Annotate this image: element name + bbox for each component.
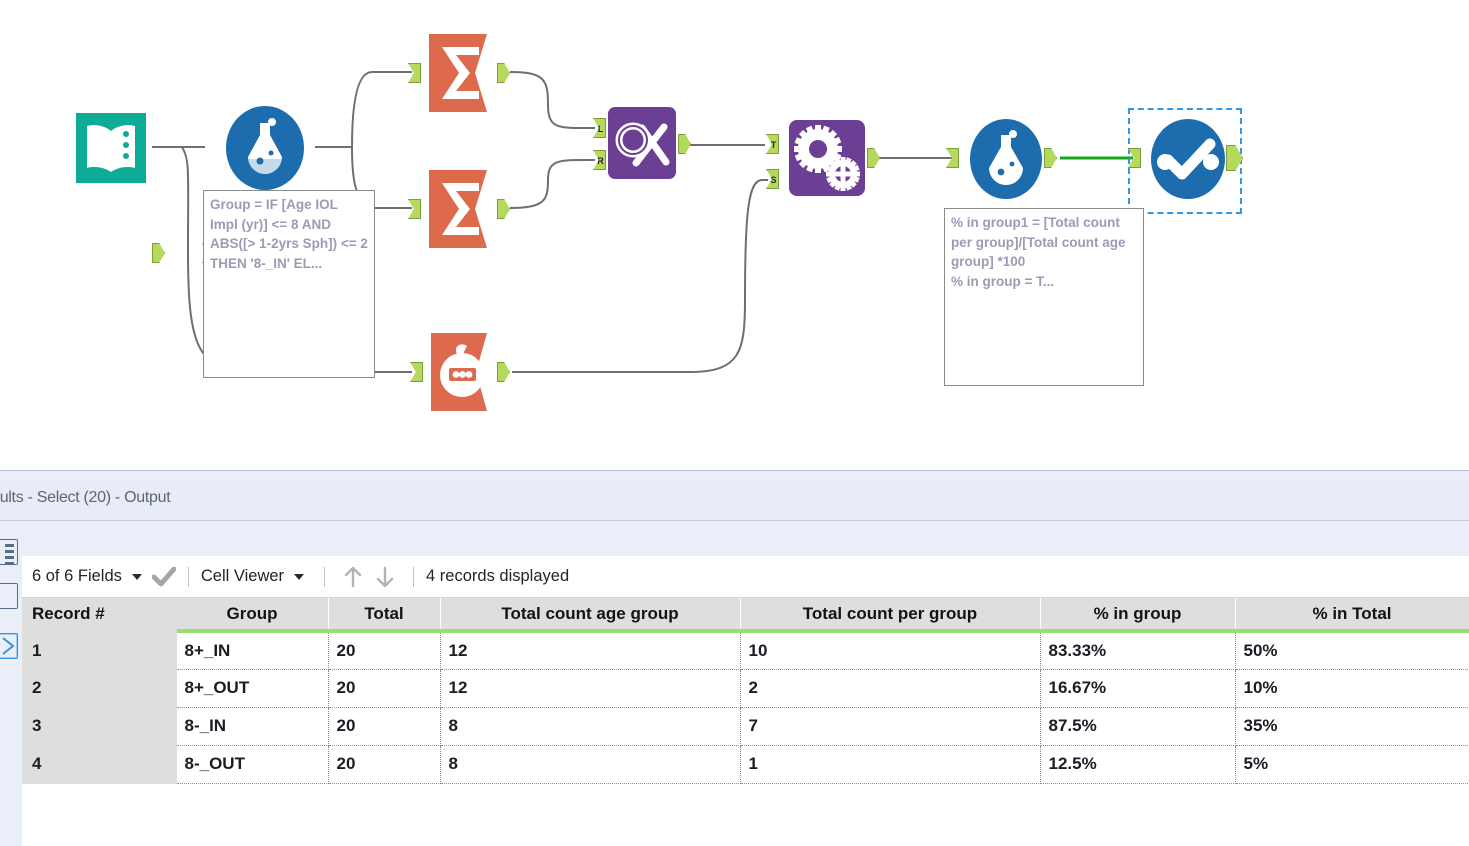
data-view-icon[interactable] <box>0 539 18 565</box>
cell-record: 1 <box>22 631 177 670</box>
cell-total-count-per-group[interactable]: 10 <box>740 631 1041 670</box>
cell-total[interactable]: 20 <box>328 631 441 670</box>
profile-view-icon[interactable] <box>0 633 18 659</box>
table-row[interactable]: 2 8+_OUT 20 12 2 16.67% 10% <box>22 669 1469 708</box>
summarize-icon <box>429 170 487 248</box>
view-mode-dropdown-caret-icon[interactable] <box>294 573 305 580</box>
select-icon <box>1151 119 1225 199</box>
node-summarize-2[interactable] <box>408 166 510 252</box>
cell-record: 3 <box>22 707 177 746</box>
column-header-pct-in-total[interactable]: % in Total <box>1235 598 1469 633</box>
input-data-icon <box>76 113 146 183</box>
cell-record: 4 <box>22 745 177 784</box>
column-header-total-count-per-group[interactable]: Total count per group <box>740 598 1041 633</box>
cell-pct-in-group[interactable]: 87.5% <box>1040 707 1236 746</box>
formula-icon <box>226 106 304 190</box>
cell-group[interactable]: 8+_OUT <box>176 669 329 708</box>
table-row[interactable]: 3 8-_IN 20 8 7 87.5% 35% <box>22 707 1469 746</box>
alteryx-designer-window: L R T S Group = IF [Age IOL Impl (yr)] <… <box>0 0 1469 846</box>
cell-total[interactable]: 20 <box>328 707 441 746</box>
toolbar-separator <box>413 566 415 587</box>
cell-total-count-per-group[interactable]: 1 <box>740 745 1041 784</box>
cell-total-count-age-group[interactable]: 8 <box>440 745 741 784</box>
column-header-total[interactable]: Total <box>328 598 441 633</box>
summarize-icon <box>429 34 487 112</box>
cell-pct-in-group[interactable]: 83.33% <box>1040 631 1236 670</box>
scroll-down-icon[interactable] <box>374 565 396 589</box>
node-count-records[interactable] <box>410 330 510 414</box>
cell-group[interactable]: 8+_IN <box>176 631 329 670</box>
cell-pct-in-total[interactable]: 35% <box>1235 707 1469 746</box>
bars-glyph <box>5 544 14 568</box>
results-title: sults - Select (20) - Output <box>0 489 171 506</box>
cell-pct-in-total[interactable]: 5% <box>1235 745 1469 784</box>
records-displayed-label: 4 records displayed <box>426 567 570 585</box>
toolbar-separator <box>187 566 189 587</box>
cell-total[interactable]: 20 <box>328 669 441 708</box>
cell-pct-in-total[interactable]: 10% <box>1235 669 1469 708</box>
results-titlebar: sults - Select (20) - Output <box>0 479 1469 521</box>
column-header-group[interactable]: Group <box>176 598 329 633</box>
cell-pct-in-group[interactable]: 16.67% <box>1040 669 1236 708</box>
fields-dropdown-caret-icon[interactable] <box>131 573 142 580</box>
table-header-row: Record # Group Total Total count age gro… <box>22 598 1469 633</box>
scroll-up-icon[interactable] <box>342 565 364 589</box>
metadata-view-icon[interactable] <box>0 583 18 609</box>
formula-annotation[interactable]: Group = IF [Age IOL Impl (yr)] <= 8 AND … <box>203 190 375 378</box>
node-input-data[interactable] <box>68 105 165 263</box>
cell-record: 2 <box>22 669 177 708</box>
append-fields-icon <box>789 120 865 196</box>
cell-total-count-age-group[interactable]: 12 <box>440 669 741 708</box>
count-records-icon <box>431 333 487 411</box>
view-mode-label[interactable]: Cell Viewer <box>201 567 284 586</box>
chevron-right-icon <box>2 637 15 655</box>
formula2-annotation[interactable]: % in group1 = [Total count per group]/[T… <box>944 208 1144 386</box>
column-header-pct-in-group[interactable]: % in group <box>1040 598 1236 633</box>
toolbar-separator <box>324 566 326 587</box>
cell-total-count-age-group[interactable]: 12 <box>440 631 741 670</box>
node-formula-1[interactable] <box>202 105 319 263</box>
results-toolbar[interactable]: 6 of 6 Fields Cell Viewer 4 records disp… <box>22 556 1469 598</box>
join-icon <box>608 107 676 179</box>
cell-pct-in-group[interactable]: 12.5% <box>1040 745 1236 784</box>
checkmark-icon[interactable] <box>151 566 176 587</box>
cell-group[interactable]: 8-_OUT <box>176 745 329 784</box>
column-header-total-count-age-group[interactable]: Total count age group <box>440 598 741 633</box>
results-icon-rail[interactable] <box>0 521 22 846</box>
cell-total-count-per-group[interactable]: 7 <box>740 707 1041 746</box>
cell-group[interactable]: 8-_IN <box>176 707 329 746</box>
cell-total-count-age-group[interactable]: 8 <box>440 707 741 746</box>
formula-icon <box>970 119 1042 199</box>
node-formula-2[interactable] <box>946 118 1057 200</box>
table-row[interactable]: 4 8-_OUT 20 8 1 12.5% 5% <box>22 745 1469 784</box>
results-grid[interactable]: Record # Group Total Total count age gro… <box>22 598 1469 846</box>
column-header-record[interactable]: Record # <box>22 598 177 633</box>
node-select[interactable] <box>1128 118 1243 200</box>
workflow-canvas[interactable]: L R T S Group = IF [Age IOL Impl (yr)] <… <box>0 0 1469 470</box>
cell-total-count-per-group[interactable]: 2 <box>740 669 1041 708</box>
cell-pct-in-total[interactable]: 50% <box>1235 631 1469 670</box>
cell-total[interactable]: 20 <box>328 745 441 784</box>
results-table: Record # Group Total Total count age gro… <box>22 598 1469 784</box>
table-row[interactable]: 1 8+_IN 20 12 10 83.33% 50% <box>22 631 1469 670</box>
node-join[interactable]: L R <box>593 105 691 181</box>
fields-selector-label[interactable]: 6 of 6 Fields <box>32 567 122 586</box>
node-append-fields[interactable]: T S <box>766 118 880 198</box>
table-body: 1 8+_IN 20 12 10 83.33% 50% 2 8+_OUT 20 … <box>22 631 1469 784</box>
node-summarize-1[interactable] <box>408 30 510 116</box>
